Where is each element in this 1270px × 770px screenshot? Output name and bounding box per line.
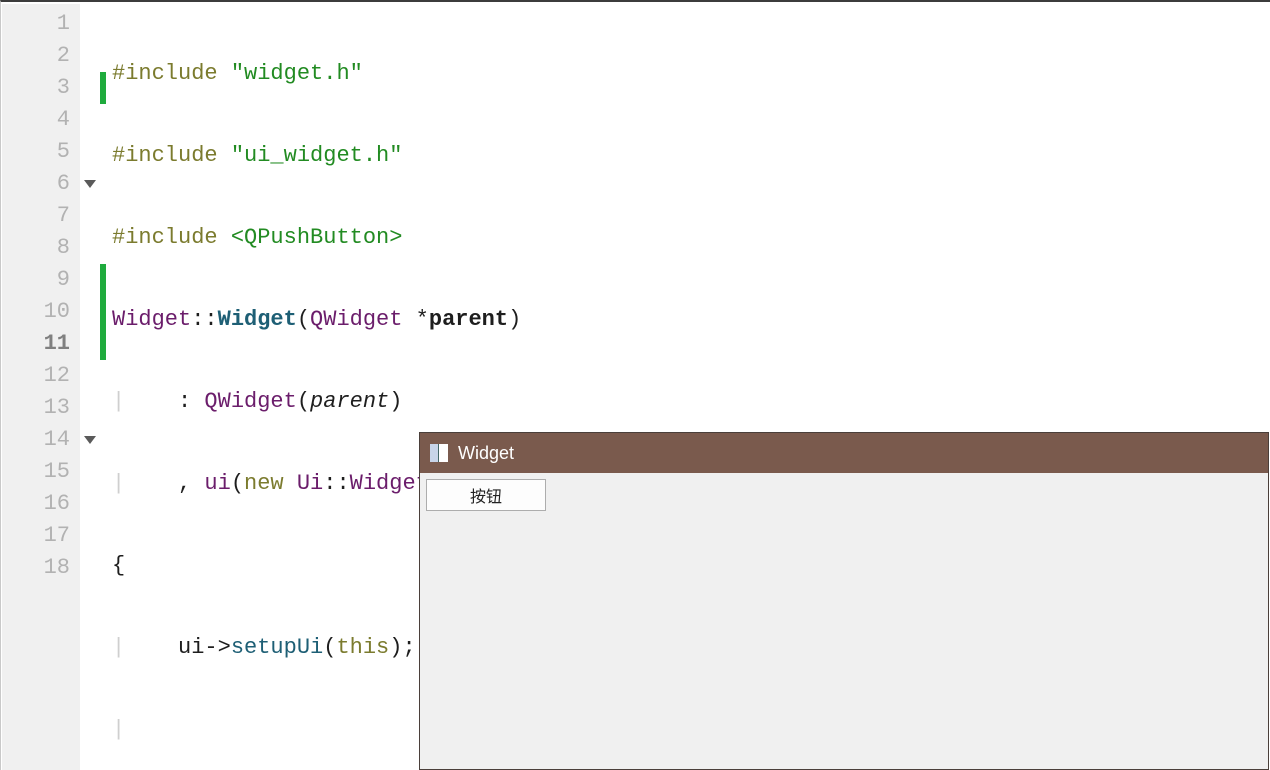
code-line[interactable]: #include "ui_widget.h" xyxy=(112,140,1270,172)
line-number[interactable]: 16 xyxy=(2,488,80,520)
fold-toggle[interactable] xyxy=(80,168,100,200)
qt-window-title: Widget xyxy=(458,443,514,464)
line-number[interactable]: 1 xyxy=(2,8,80,40)
line-number[interactable]: 9 xyxy=(2,264,80,296)
line-number[interactable]: 3 xyxy=(2,72,80,104)
fold-toggle[interactable] xyxy=(80,424,100,456)
line-number-gutter[interactable]: 1 2 3 4 5 6 7 8 9 10 11 12 13 14 15 16 1… xyxy=(2,4,80,770)
line-number[interactable]: 5 xyxy=(2,136,80,168)
chevron-down-icon xyxy=(84,436,96,444)
line-number[interactable]: 7 xyxy=(2,200,80,232)
line-number[interactable]: 10 xyxy=(2,296,80,328)
line-number[interactable]: 2 xyxy=(2,40,80,72)
line-number[interactable]: 17 xyxy=(2,520,80,552)
line-number[interactable]: 13 xyxy=(2,392,80,424)
qt-push-button[interactable]: 按钮 xyxy=(426,479,546,511)
code-line[interactable]: | : QWidget(parent) xyxy=(112,386,1270,418)
line-number[interactable]: 15 xyxy=(2,456,80,488)
editor-frame: 1 2 3 4 5 6 7 8 9 10 11 12 13 14 15 16 1… xyxy=(0,0,1270,770)
line-number[interactable]: 12 xyxy=(2,360,80,392)
code-line[interactable]: Widget::Widget(QWidget *parent) xyxy=(112,304,1270,336)
chevron-down-icon xyxy=(84,180,96,188)
code-line[interactable]: #include "widget.h" xyxy=(112,58,1270,90)
window-icon xyxy=(430,444,448,462)
qt-titlebar[interactable]: Widget xyxy=(420,433,1268,473)
line-number[interactable]: 4 xyxy=(2,104,80,136)
line-number[interactable]: 14 xyxy=(2,424,80,456)
line-number[interactable]: 6 xyxy=(2,168,80,200)
line-number-current[interactable]: 11 xyxy=(2,328,80,360)
qt-client-area[interactable]: 按钮 xyxy=(420,473,1268,769)
line-number[interactable]: 8 xyxy=(2,232,80,264)
line-number[interactable]: 18 xyxy=(2,552,80,584)
code-line[interactable]: #include <QPushButton> xyxy=(112,222,1270,254)
qt-window[interactable]: Widget 按钮 xyxy=(419,432,1269,770)
fold-column xyxy=(80,4,100,770)
